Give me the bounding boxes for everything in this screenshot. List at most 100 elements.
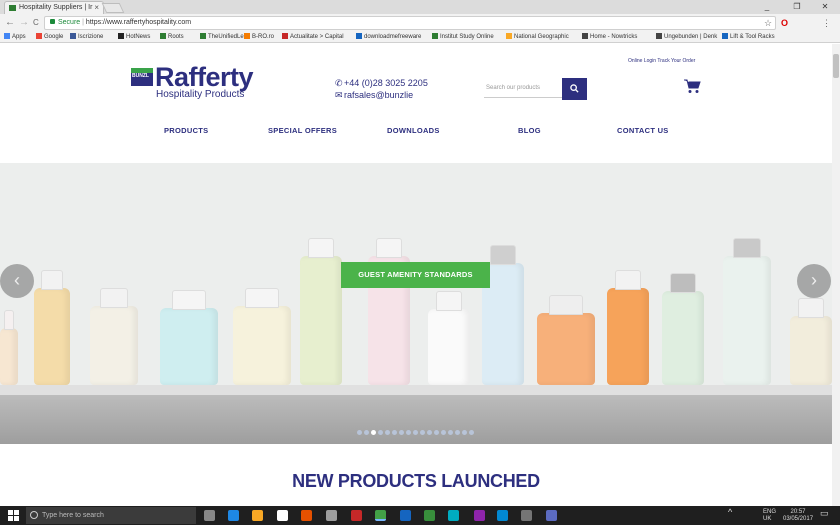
bottle-cap-shape (548, 295, 584, 315)
slider-dot[interactable] (434, 430, 439, 435)
taskbar-app-icon[interactable] (497, 510, 508, 521)
bookmark-item[interactable]: National Geographic (506, 32, 569, 42)
tray-chevron-icon[interactable]: ^ (728, 508, 732, 517)
bookmark-item[interactable]: downloadmefreeware (356, 32, 421, 42)
slider-dot[interactable] (469, 430, 474, 435)
taskbar-app-icon[interactable] (326, 510, 337, 521)
close-window-button[interactable]: ✕ (812, 0, 838, 14)
scrollbar-thumb[interactable] (833, 54, 839, 78)
minimize-button[interactable]: _ (754, 0, 780, 14)
slider-dot[interactable] (357, 430, 362, 435)
bookmark-label: TheUnifiedLe (208, 34, 244, 40)
bunzl-logo-icon[interactable]: BUNZL (131, 68, 153, 86)
reload-button[interactable]: C (33, 16, 39, 30)
taskbar-app-icon[interactable] (546, 510, 557, 521)
taskbar-app-icon[interactable] (351, 510, 362, 521)
windows-start-icon[interactable] (8, 510, 19, 521)
taskbar-app-icon[interactable] (301, 510, 312, 521)
page-scrollbar[interactable] (832, 44, 840, 506)
bookmark-item[interactable]: Roots (160, 32, 184, 42)
forward-button[interactable]: → (19, 16, 29, 30)
bottle-cap-shape (3, 310, 15, 330)
maximize-button[interactable]: ❐ (784, 0, 810, 14)
tab-close-icon[interactable]: × (94, 2, 99, 14)
bookmark-star-icon[interactable]: ☆ (764, 16, 772, 30)
menu-contact-us[interactable]: CONTACT US (617, 126, 669, 135)
top-links[interactable]: Online Login Track Your Order (628, 58, 695, 64)
slider-dot[interactable] (371, 430, 376, 435)
slider-dot[interactable] (420, 430, 425, 435)
slider-dot[interactable] (455, 430, 460, 435)
slider-dot[interactable] (448, 430, 453, 435)
lock-icon (50, 19, 55, 24)
browser-menu-icon[interactable]: ⋮ (822, 16, 831, 30)
bottle-shape (723, 256, 771, 385)
back-button[interactable]: ← (5, 16, 15, 30)
menu-downloads[interactable]: DOWNLOADS (387, 126, 440, 135)
slider-dot[interactable] (378, 430, 383, 435)
bookmark-item[interactable]: HotNews (118, 32, 150, 42)
bookmark-item[interactable]: Ungebunden | Denk (656, 32, 717, 42)
search-input[interactable]: Search our products (484, 78, 562, 98)
bookmark-item[interactable]: Home - Nowtricks (582, 32, 637, 42)
bookmark-item[interactable]: Google (36, 32, 63, 42)
taskbar-app-icon[interactable] (228, 510, 239, 521)
bottle-cap-shape (732, 238, 762, 258)
email-contact[interactable]: ✉rafsales@bunzlie (335, 90, 413, 101)
bookmark-item[interactable]: TheUnifiedLe (200, 32, 244, 42)
search-button[interactable] (562, 78, 587, 100)
slider-dot[interactable] (413, 430, 418, 435)
tray-clock[interactable]: 20:57 03/05/2017 (783, 509, 813, 523)
guest-amenity-standards-button[interactable]: GUEST AMENITY STANDARDS (341, 262, 490, 288)
slider-prev-button[interactable]: ‹ (0, 264, 34, 298)
address-bar-row: ← → C Secure | https://www.raffertyhospi… (0, 14, 840, 32)
slider-dot[interactable] (406, 430, 411, 435)
tab-title: Hospitality Suppliers | Ir (19, 4, 93, 11)
taskbar-app-icon[interactable] (448, 510, 459, 521)
taskbar-app-icon[interactable] (474, 510, 485, 521)
bookmark-item[interactable]: B-RO.ro (244, 32, 274, 42)
taskbar-app-icon[interactable] (277, 510, 288, 521)
menu-special-offers[interactable]: SPECIAL OFFERS (268, 126, 337, 135)
opera-extension-icon[interactable]: O (781, 16, 788, 30)
menu-blog[interactable]: BLOG (518, 126, 541, 135)
bookmark-item[interactable]: Iscrizione (70, 32, 103, 42)
bottle-shape (90, 306, 138, 385)
bookmark-item[interactable]: Actualitate > Capital (282, 32, 344, 42)
slider-dot[interactable] (427, 430, 432, 435)
taskbar-app-icon[interactable] (424, 510, 435, 521)
slider-dot[interactable] (462, 430, 467, 435)
web-page: Online Login Track Your Order BUNZL Raff… (0, 44, 832, 506)
taskbar-app-icon[interactable] (521, 510, 532, 521)
tray-language[interactable]: ENG UK (763, 509, 776, 523)
slider-dot[interactable] (392, 430, 397, 435)
bookmark-item[interactable]: Institut Study Online (432, 32, 494, 42)
bookmark-item[interactable]: Lift & Tool Racks (722, 32, 775, 42)
logo-subtitle: Hospitality Products (156, 89, 245, 100)
taskbar-app-icon[interactable] (400, 510, 411, 521)
new-tab-button[interactable] (101, 3, 125, 13)
taskbar-app-icon[interactable] (204, 510, 215, 521)
slider-next-button[interactable]: › (797, 264, 831, 298)
menu-products[interactable]: PRODUCTS (164, 126, 209, 135)
clock-date: 03/05/2017 (783, 516, 814, 522)
taskbar-app-icon[interactable] (375, 510, 386, 521)
bookmark-favicon-icon (582, 33, 588, 39)
phone-contact[interactable]: ✆+44 (0)28 3025 2205 (335, 78, 428, 89)
taskbar-search-input[interactable]: Type here to search (26, 507, 196, 524)
taskbar-app-icon[interactable] (252, 510, 263, 521)
url-text: https://www.raffertyhospitality.com (85, 19, 192, 26)
slider-dot[interactable] (364, 430, 369, 435)
browser-tab[interactable]: Hospitality Suppliers | Ir × (4, 1, 104, 14)
cart-icon[interactable] (684, 79, 701, 98)
bookmark-label: Apps (12, 34, 26, 40)
url-input[interactable]: Secure | https://www.raffertyhospitality… (44, 16, 776, 30)
bookmark-item[interactable]: Apps (4, 32, 26, 42)
slider-dot[interactable] (399, 430, 404, 435)
bottle-shape (160, 308, 218, 385)
slider-dot[interactable] (385, 430, 390, 435)
shelf (0, 385, 832, 395)
bookmark-label: Lift & Tool Racks (730, 34, 775, 40)
slider-dot[interactable] (441, 430, 446, 435)
notification-icon[interactable]: ▭ (820, 509, 829, 518)
